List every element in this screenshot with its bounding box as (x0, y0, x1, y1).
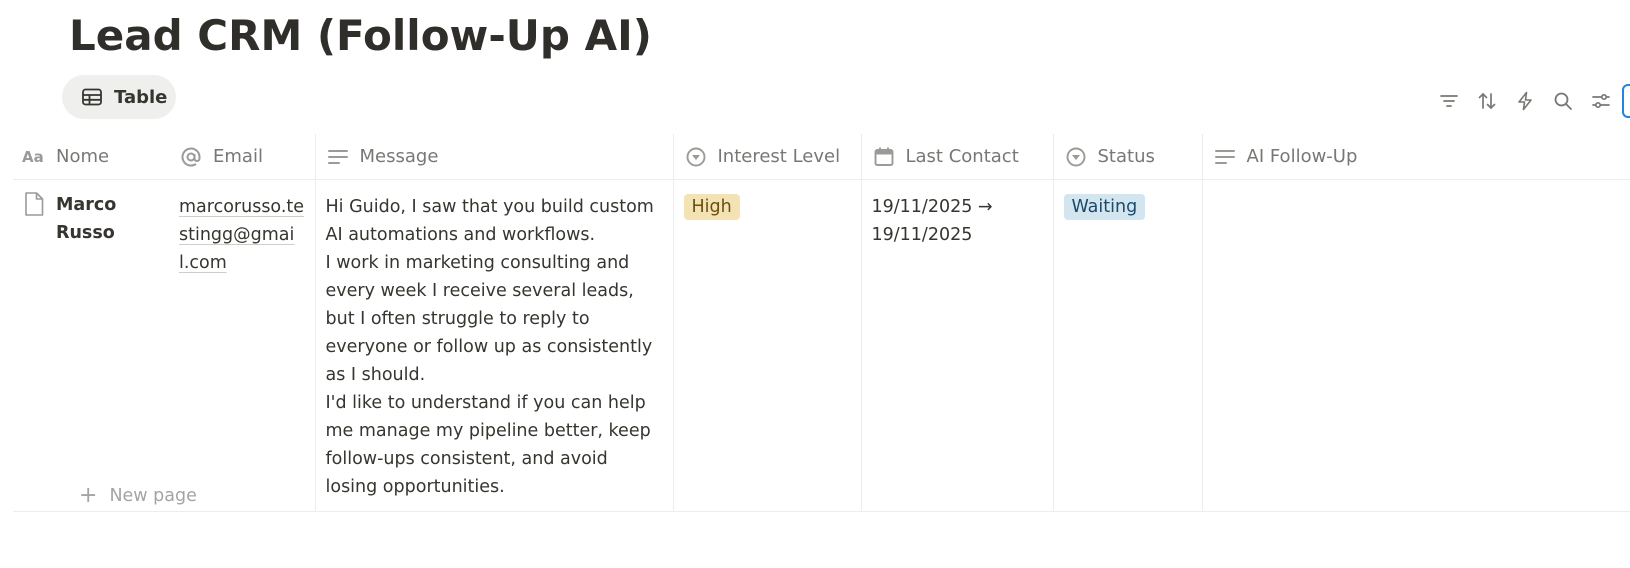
table-icon (81, 86, 103, 108)
column-header-nome[interactable]: Aa Nome (13, 134, 169, 180)
message-line: I'd like to understand if you can help m… (325, 393, 651, 497)
view-tab-table[interactable]: Table (62, 75, 176, 119)
new-page-button[interactable]: + New page (79, 485, 197, 507)
settings-sliders-icon[interactable] (1588, 88, 1614, 114)
select-circle-icon (1064, 145, 1088, 169)
column-header-last-contact[interactable]: Last Contact (861, 134, 1054, 180)
text-aa-icon: Aa (22, 145, 46, 169)
cell-nome[interactable]: Marco Russo (13, 180, 169, 512)
calendar-icon (872, 145, 896, 169)
lead-email-link[interactable]: marcorusso.testingg@gmail.com (179, 197, 304, 273)
at-sign-icon (179, 145, 203, 169)
filter-icon[interactable] (1436, 88, 1462, 114)
select-circle-icon (684, 145, 708, 169)
view-tab-label: Table (114, 86, 168, 108)
automation-bolt-icon[interactable] (1512, 88, 1538, 114)
database-toolbar (1424, 84, 1630, 118)
interest-level-tag: High (683, 194, 740, 220)
database-page: Lead CRM (Follow-Up AI) Table Aa Nome Em… (0, 0, 1630, 568)
table-row[interactable]: Marco Russo marcorusso.testingg@gmail.co… (13, 179, 1630, 512)
table-header-row: Aa Nome Email Message Interest Level Las… (13, 134, 1630, 180)
svg-text:Aa: Aa (22, 148, 44, 166)
page-document-icon (23, 191, 47, 217)
plus-icon: + (79, 483, 98, 508)
cell-ai-follow-up[interactable] (1202, 180, 1630, 512)
lead-name[interactable]: Marco Russo (56, 191, 126, 247)
text-lines-icon (326, 145, 350, 169)
text-lines-icon (1213, 145, 1237, 169)
search-icon[interactable] (1550, 88, 1576, 114)
cell-message[interactable]: Hi Guido, I saw that you build custom AI… (315, 179, 674, 512)
column-header-status[interactable]: Status (1053, 134, 1203, 180)
new-button-edge[interactable] (1622, 84, 1630, 118)
message-line: I work in marketing consulting and every… (325, 253, 634, 301)
column-header-message[interactable]: Message (315, 134, 674, 180)
cell-interest-level[interactable]: High (673, 179, 862, 512)
new-page-label: New page (109, 486, 197, 506)
sort-icon[interactable] (1474, 88, 1500, 114)
column-header-interest-level[interactable]: Interest Level (673, 134, 862, 180)
cell-last-contact[interactable]: 19/11/2025 → 19/11/2025 (861, 179, 1054, 512)
cell-status[interactable]: Waiting (1053, 179, 1203, 512)
status-tag: Waiting (1063, 194, 1146, 220)
database-table: Aa Nome Email Message Interest Level Las… (13, 134, 1630, 512)
message-line: but I often struggle to reply to everyon… (325, 309, 653, 385)
ai-follow-up-value (1203, 180, 1630, 203)
last-contact-range: 19/11/2025 → 19/11/2025 (871, 197, 993, 245)
column-header-ai-follow-up[interactable]: AI Follow-Up (1202, 134, 1630, 180)
message-line: Hi Guido, I saw that you build custom AI… (325, 197, 654, 245)
cell-email[interactable]: marcorusso.testingg@gmail.com (169, 179, 316, 512)
column-header-email[interactable]: Email (169, 134, 316, 180)
page-title: Lead CRM (Follow-Up AI) (69, 11, 652, 60)
